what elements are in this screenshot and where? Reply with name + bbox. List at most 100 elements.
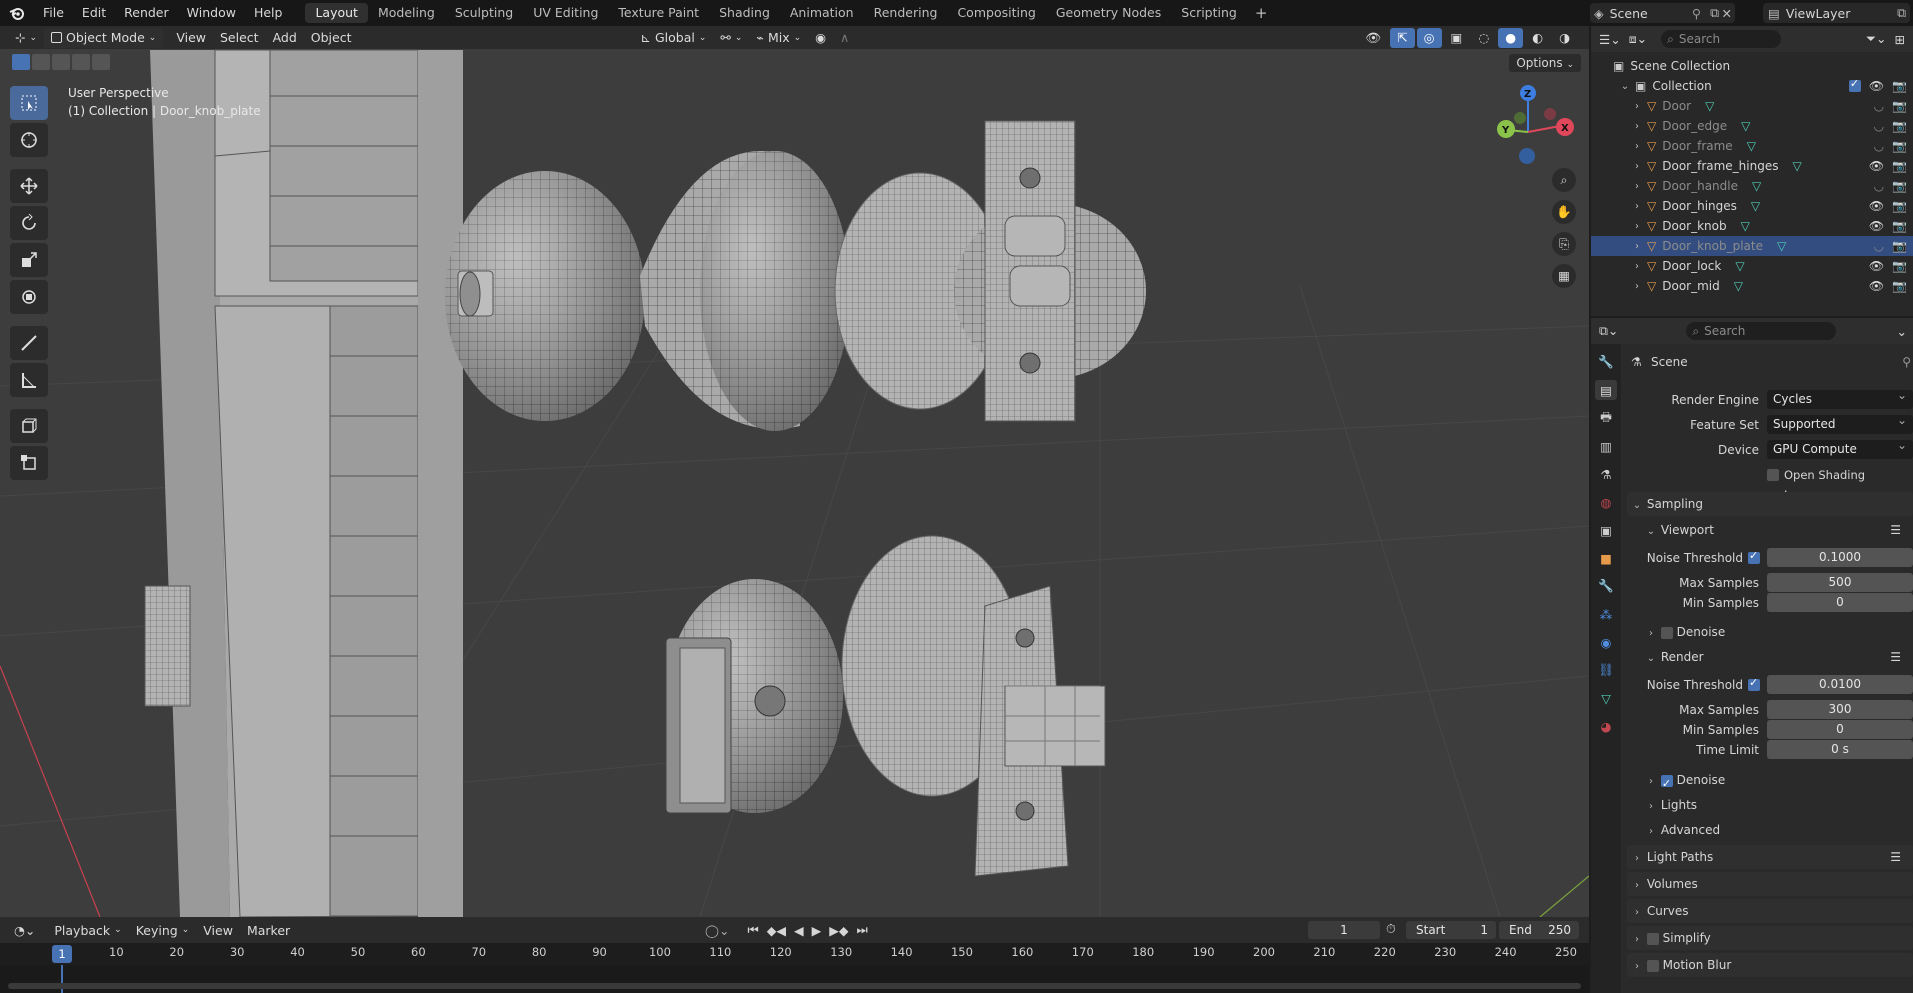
zoom-icon[interactable]: ⌕: [1552, 168, 1576, 192]
camera-icon[interactable]: 📷: [1892, 159, 1907, 173]
menu-select[interactable]: Select: [213, 28, 266, 48]
outliner-object-row[interactable]: › ▽ Door_hinges ▽ 👁 📷: [1591, 196, 1913, 216]
snap-dropdown[interactable]: ⌁ Mix ⌄: [749, 28, 808, 48]
eye-icon[interactable]: 👁: [1869, 199, 1884, 213]
camera-icon[interactable]: 📷: [1892, 259, 1907, 273]
add-cube-tool-icon[interactable]: [10, 409, 48, 443]
chevron-right-icon[interactable]: ›: [1631, 241, 1643, 252]
chevron-right-icon[interactable]: ›: [1631, 221, 1643, 232]
viewport-subpanel-header[interactable]: ⌄ Viewport ☰: [1627, 518, 1913, 542]
chevron-down-icon[interactable]: ⌄: [1897, 324, 1907, 339]
collection-row[interactable]: ⌄ ▣ Collection 👁 📷: [1591, 76, 1913, 96]
motion-blur-checkbox[interactable]: [1646, 959, 1659, 972]
stopwatch-icon[interactable]: ⏱: [1386, 921, 1396, 937]
jump-prev-keyframe-icon[interactable]: ◆◀: [767, 923, 786, 938]
mode-dropdown[interactable]: Object Mode ⌄: [44, 27, 164, 48]
select-subtract-icon[interactable]: [52, 54, 70, 70]
select-invert-icon[interactable]: [72, 54, 90, 70]
outliner-object-row[interactable]: › ▽ Door_knob_plate ▽ ◡ 📷: [1591, 236, 1913, 256]
menu-marker[interactable]: Marker: [240, 920, 297, 940]
feature-set-dropdown[interactable]: Supported: [1767, 411, 1913, 434]
eye-closed-icon[interactable]: ◡: [1874, 99, 1884, 113]
menu-view[interactable]: View: [169, 28, 213, 48]
shading-solid-icon[interactable]: ●: [1498, 27, 1524, 48]
menu-render[interactable]: Render: [115, 0, 178, 26]
camera-view-icon[interactable]: ⎘: [1552, 232, 1576, 256]
volumes-panel[interactable]: › Volumes: [1627, 872, 1913, 896]
presets-list-icon[interactable]: ☰: [1890, 845, 1901, 869]
camera-icon[interactable]: 📷: [1892, 279, 1907, 293]
menu-help[interactable]: Help: [245, 0, 292, 26]
menu-window[interactable]: Window: [178, 0, 245, 26]
modifier-tab-icon[interactable]: 🔧: [1595, 576, 1617, 596]
menu-edit[interactable]: Edit: [73, 0, 115, 26]
viewport-noise-threshold-checkbox[interactable]: [1748, 549, 1760, 564]
ortho-grid-icon[interactable]: ▦: [1552, 264, 1576, 288]
osl-checkbox[interactable]: [1767, 469, 1779, 481]
delete-scene-icon[interactable]: ✕: [1722, 6, 1732, 21]
gizmo-toggle-icon[interactable]: ⇱: [1390, 27, 1415, 48]
world-tab-icon[interactable]: ◍: [1595, 492, 1617, 512]
outliner-object-row[interactable]: › ▽ Door ▽ ◡ 📷: [1591, 96, 1913, 116]
light-paths-panel[interactable]: › Light Paths ☰: [1627, 845, 1913, 869]
playhead[interactable]: 1: [52, 945, 72, 963]
transform-tool-icon[interactable]: [10, 280, 48, 314]
lights-subpanel[interactable]: › Lights: [1627, 793, 1913, 817]
exclude-checkbox[interactable]: [1848, 77, 1861, 92]
visibility-icon[interactable]: 👁: [1358, 28, 1388, 48]
eye-closed-icon[interactable]: ◡: [1874, 239, 1884, 253]
data-tab-icon[interactable]: ▽: [1595, 688, 1617, 708]
chevron-right-icon[interactable]: ›: [1631, 161, 1643, 172]
pan-hand-icon[interactable]: ✋: [1552, 200, 1576, 224]
select-new-icon[interactable]: [12, 54, 30, 70]
render-min-samples-field[interactable]: 0: [1767, 720, 1913, 739]
outliner-object-row[interactable]: › ▽ Door_knob ▽ 👁 📷: [1591, 216, 1913, 236]
eye-icon[interactable]: 👁: [1869, 279, 1884, 293]
render-max-samples-field[interactable]: 300: [1767, 700, 1913, 719]
viewport-max-samples-field[interactable]: 500: [1767, 573, 1913, 592]
shading-wireframe-icon[interactable]: ◌: [1471, 28, 1496, 48]
measure-tool-icon[interactable]: [10, 363, 48, 397]
scene-tab-icon[interactable]: ⚗: [1595, 464, 1617, 484]
eye-icon[interactable]: 👁: [1869, 79, 1884, 93]
play-icon[interactable]: ▶: [812, 923, 822, 938]
xray-toggle-icon[interactable]: ▣: [1444, 28, 1470, 48]
chevron-right-icon[interactable]: ›: [1631, 281, 1643, 292]
render-noise-threshold-checkbox[interactable]: [1748, 676, 1760, 691]
particles-tab-icon[interactable]: ⁂: [1595, 604, 1617, 624]
tool-tab-icon[interactable]: 🔧: [1595, 352, 1617, 372]
scene-selector[interactable]: ◈ Scene ⚲ ⧉ ✕: [1590, 3, 1735, 23]
proportional-edit-icon[interactable]: ◉: [808, 28, 833, 48]
outliner-object-row[interactable]: › ▽ Door_frame_hinges ▽ 👁 📷: [1591, 156, 1913, 176]
3d-viewport[interactable]: ⊹ ⌄ Object Mode ⌄ View Select Add Object …: [0, 26, 1589, 917]
tab-sculpting[interactable]: Sculpting: [445, 3, 523, 23]
camera-icon[interactable]: 📷: [1892, 99, 1907, 113]
menu-add[interactable]: Add: [266, 28, 304, 48]
frame-ruler[interactable]: 1 10 20 30 40 50 60 70 80 90 100 110 120 130 140 150 16…: [0, 943, 1589, 965]
presets-list-icon[interactable]: ☰: [1890, 518, 1901, 542]
keyframe-area[interactable]: [0, 965, 1589, 993]
chevron-right-icon[interactable]: ›: [1631, 141, 1643, 152]
viewport-min-samples-field[interactable]: 0: [1767, 593, 1913, 612]
outliner-object-row[interactable]: › ▽ Door_frame ▽ ◡ 📷: [1591, 136, 1913, 156]
render-tab-icon[interactable]: ▤: [1595, 380, 1617, 400]
outliner-object-row[interactable]: › ▽ Door_lock ▽ 👁 📷: [1591, 256, 1913, 276]
camera-icon[interactable]: 📷: [1892, 179, 1907, 193]
chevron-right-icon[interactable]: ›: [1631, 121, 1643, 132]
timeline-editor-icon[interactable]: ◔⌄: [14, 923, 35, 938]
camera-icon[interactable]: 📷: [1892, 119, 1907, 133]
blender-logo-icon[interactable]: [0, 0, 34, 26]
filter-icon[interactable]: ⏷⌄: [1866, 31, 1886, 47]
scene-collection-row[interactable]: ▣ Scene Collection: [1591, 56, 1913, 76]
options-dropdown[interactable]: Options ⌄: [1509, 54, 1581, 72]
rotate-tool-icon[interactable]: [10, 206, 48, 240]
transform-orientation-dropdown[interactable]: ⊾ Global ⌄: [633, 28, 713, 48]
tab-shading[interactable]: Shading: [709, 3, 780, 23]
menu-timeline-view[interactable]: View: [196, 920, 240, 940]
properties-search-input[interactable]: ⌕ Search: [1686, 322, 1837, 340]
outliner-search-input[interactable]: ⌕ Search: [1661, 30, 1782, 48]
pin-icon[interactable]: ⚲: [1902, 352, 1911, 372]
select-extend-icon[interactable]: [32, 54, 50, 70]
collection-tab-icon[interactable]: ▣: [1595, 520, 1617, 540]
render-subpanel-header[interactable]: ⌄ Render ☰: [1627, 645, 1913, 669]
